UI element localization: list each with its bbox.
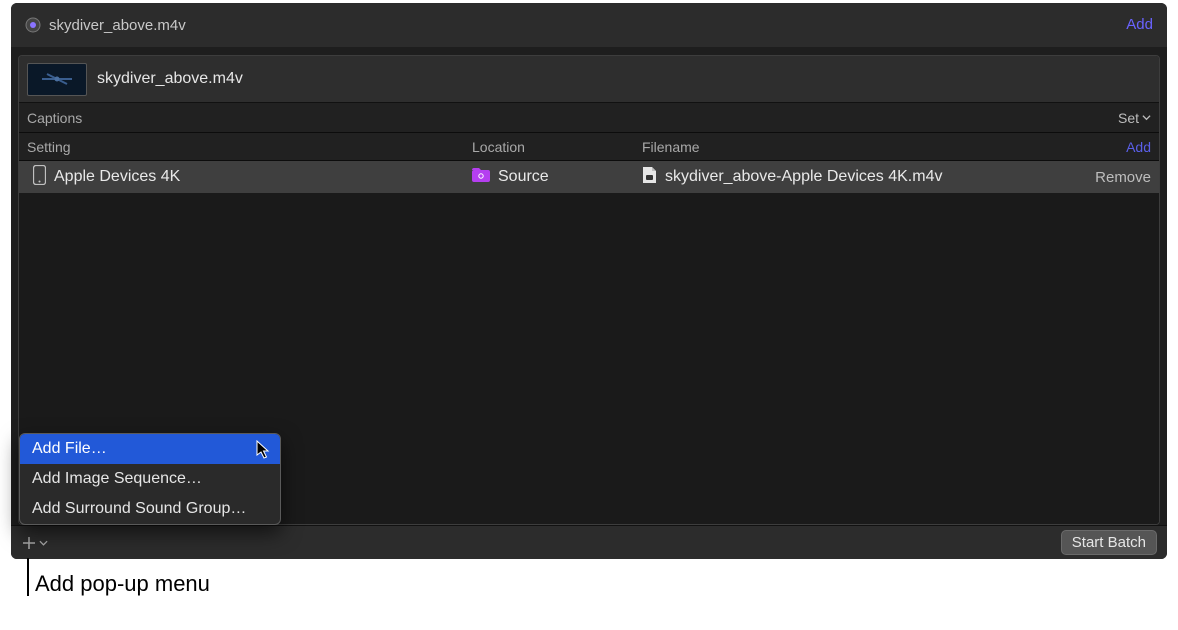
location-value: Source — [498, 168, 549, 186]
cursor-icon — [256, 440, 272, 460]
captions-set-label: Set — [1118, 110, 1139, 126]
setting-value: Apple Devices 4K — [54, 168, 180, 186]
window-title: skydiver_above.m4v — [49, 17, 186, 34]
start-batch-button[interactable]: Start Batch — [1061, 530, 1157, 555]
remove-button[interactable]: Remove — [1095, 169, 1151, 186]
col-setting-header: Setting — [27, 139, 472, 155]
file-icon — [642, 166, 657, 189]
titlebar: skydiver_above.m4v Add — [11, 3, 1167, 47]
add-popup-button[interactable] — [21, 535, 48, 551]
col-location-header: Location — [472, 139, 642, 155]
menu-item-add-file[interactable]: Add File… — [20, 434, 280, 464]
job-title: skydiver_above.m4v — [97, 70, 243, 88]
captions-row: Captions Set — [19, 103, 1159, 133]
folder-icon — [472, 168, 490, 187]
annotation-text: Add pop-up menu — [35, 571, 210, 597]
filename-value: skydiver_above-Apple Devices 4K.m4v — [665, 168, 942, 186]
captions-set-dropdown[interactable]: Set — [1118, 110, 1151, 126]
job-thumbnail[interactable] — [27, 63, 87, 96]
columns-header: Setting Location Filename Add — [19, 133, 1159, 161]
job-header: skydiver_above.m4v — [19, 56, 1159, 103]
col-filename-header: Filename — [642, 139, 1081, 155]
annotation-leader-line — [27, 558, 29, 596]
output-row[interactable]: Apple Devices 4K Source — [19, 161, 1159, 193]
settings-add-button[interactable]: Add — [1126, 139, 1151, 155]
bottombar: Start Batch — [11, 525, 1167, 559]
plus-icon — [21, 535, 37, 551]
chevron-down-icon — [1142, 113, 1151, 122]
device-icon — [33, 165, 46, 190]
captions-label: Captions — [27, 110, 82, 126]
app-icon — [25, 17, 41, 33]
chevron-down-icon — [39, 539, 48, 547]
titlebar-left: skydiver_above.m4v — [25, 17, 186, 34]
titlebar-add-button[interactable]: Add — [1126, 16, 1153, 33]
menu-item-add-surround-sound[interactable]: Add Surround Sound Group… — [20, 494, 280, 524]
menu-item-add-image-sequence[interactable]: Add Image Sequence… — [20, 464, 280, 494]
add-popup-menu: Add File… Add Image Sequence… Add Surrou… — [19, 433, 281, 525]
